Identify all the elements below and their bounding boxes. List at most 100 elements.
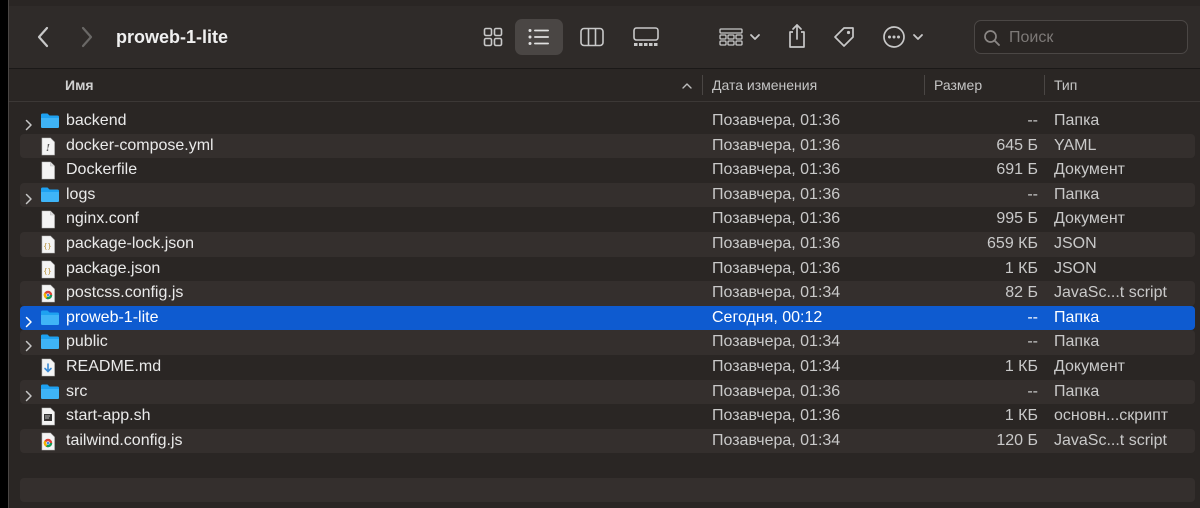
column-type-header[interactable]: Тип xyxy=(1054,69,1077,101)
folder-icon xyxy=(40,309,60,327)
back-button[interactable] xyxy=(31,22,55,52)
column-divider[interactable] xyxy=(702,75,703,95)
file-row[interactable]: start-app.sh Позавчера, 01:36 1 КБ основн..… xyxy=(20,404,1195,429)
column-header: Имя Дата изменения Размер Тип xyxy=(9,69,1200,102)
file-name: start-app.sh xyxy=(66,407,151,425)
icon-view-button[interactable] xyxy=(475,21,511,53)
file-type: Документ xyxy=(1054,161,1125,179)
file-row[interactable]: postcss.config.js Позавчера, 01:34 82 Б Jav… xyxy=(20,281,1195,306)
yaml-file-icon: ! xyxy=(40,137,60,155)
file-row[interactable]: Dockerfile Позавчера, 01:36 691 Б Документ xyxy=(20,158,1195,183)
file-name: backend xyxy=(66,112,127,129)
column-view-button[interactable] xyxy=(574,21,610,53)
file-size: -- xyxy=(1027,112,1038,129)
disclosure-chevron-icon[interactable] xyxy=(25,386,35,401)
list-view-button[interactable] xyxy=(515,19,563,55)
file-type: JSON xyxy=(1054,235,1097,252)
file-date: Позавчера, 01:36 xyxy=(712,185,841,203)
file-name: Dockerfile xyxy=(66,161,138,179)
document-icon xyxy=(40,161,60,180)
document-icon xyxy=(40,210,60,229)
file-date: Позавчера, 01:36 xyxy=(712,259,841,277)
js-file-icon xyxy=(40,284,60,303)
file-row[interactable]: logs Позавчера, 01:36 -- Папка xyxy=(20,182,1195,208)
more-actions-button[interactable] xyxy=(879,21,931,53)
file-date: Сегодня, 00:12 xyxy=(712,308,823,326)
file-name: public xyxy=(66,333,108,351)
window-title: proweb-1-lite xyxy=(116,27,229,47)
file-row[interactable]: ! docker-compose.yml Позавчера, 01:36 645 Б… xyxy=(20,133,1195,159)
file-size: -- xyxy=(1027,185,1038,203)
more-icon xyxy=(883,26,923,48)
group-icon xyxy=(719,28,760,46)
search-icon xyxy=(984,30,1000,46)
disclosure-chevron-icon[interactable] xyxy=(25,189,35,205)
folder-icon xyxy=(40,186,60,204)
js-file-icon xyxy=(40,432,60,451)
disclosure-chevron-icon[interactable] xyxy=(25,115,35,131)
file-row[interactable]: README.md Позавчера, 01:34 1 КБ Документ xyxy=(20,355,1195,380)
file-name: nginx.conf xyxy=(66,210,139,228)
file-date: Позавчера, 01:36 xyxy=(712,382,841,400)
file-row[interactable]: proweb-1-lite Сегодня, 00:12 -- Папка xyxy=(20,305,1195,331)
column-name-header[interactable]: Имя xyxy=(65,69,94,101)
gallery-view-icon xyxy=(633,27,659,46)
file-type: JavaSc...t script xyxy=(1054,431,1167,449)
gallery-view-button[interactable] xyxy=(624,21,668,53)
column-divider[interactable] xyxy=(924,75,925,95)
column-view-icon xyxy=(580,27,604,47)
tag-button[interactable] xyxy=(827,21,861,53)
file-size: 691 Б xyxy=(996,161,1038,179)
svg-text:!: ! xyxy=(46,144,50,154)
file-size: 659 КБ xyxy=(987,235,1038,252)
finder-window: proweb-1-lite Поиск Имя Дата изменения Р… xyxy=(8,0,1200,508)
file-type: Папка xyxy=(1054,308,1100,326)
json-file-icon: {} xyxy=(40,235,60,254)
file-type: Папка xyxy=(1054,112,1100,129)
share-icon xyxy=(789,24,805,48)
file-size: 995 Б xyxy=(996,210,1038,228)
grid-view-icon xyxy=(483,27,503,47)
file-type: Папка xyxy=(1054,185,1100,203)
file-type: Документ xyxy=(1054,358,1125,375)
file-row[interactable]: src Позавчера, 01:36 -- Папка xyxy=(20,379,1195,405)
file-size: -- xyxy=(1027,308,1038,326)
group-button[interactable] xyxy=(712,21,768,53)
json-file-icon: {} xyxy=(40,260,60,278)
sort-ascending-icon[interactable] xyxy=(681,69,693,101)
file-row[interactable]: {} package-lock.json Позавчера, 01:36 659 К… xyxy=(20,232,1195,257)
file-type: основн...скрипт xyxy=(1054,407,1169,425)
search-field[interactable] xyxy=(974,20,1188,54)
file-row[interactable]: nginx.conf Позавчера, 01:36 995 Б Документ xyxy=(20,207,1195,232)
shell-script-icon xyxy=(40,407,60,426)
file-size: 1 КБ xyxy=(1004,259,1038,277)
file-date: Позавчера, 01:36 xyxy=(712,161,841,179)
file-row[interactable]: {} package.json Позавчера, 01:36 1 КБ JSON xyxy=(20,257,1195,282)
file-date: Позавчера, 01:36 xyxy=(712,136,841,154)
file-name: package-lock.json xyxy=(66,235,195,252)
disclosure-chevron-icon[interactable] xyxy=(25,336,35,352)
file-size: 120 Б xyxy=(996,431,1038,449)
file-row[interactable]: public Позавчера, 01:34 -- Папка xyxy=(20,330,1195,355)
file-name: logs xyxy=(66,185,96,203)
folder-icon xyxy=(40,112,60,130)
svg-text:{}: {} xyxy=(43,267,51,275)
file-name: postcss.config.js xyxy=(66,284,184,302)
search-input[interactable] xyxy=(1007,26,1181,50)
file-type: YAML xyxy=(1054,136,1097,154)
tag-icon xyxy=(834,27,854,47)
file-date: Позавчера, 01:34 xyxy=(712,431,841,449)
file-row[interactable]: tailwind.config.js Позавчера, 01:34 120 Б J… xyxy=(20,428,1195,454)
forward-button[interactable] xyxy=(75,22,99,52)
disclosure-chevron-icon[interactable] xyxy=(25,312,35,328)
file-type: JSON xyxy=(1054,259,1097,277)
file-date: Позавчера, 01:36 xyxy=(712,235,841,252)
share-button[interactable] xyxy=(781,19,813,53)
folder-icon xyxy=(40,333,60,351)
column-divider[interactable] xyxy=(1044,75,1045,95)
column-size-header[interactable]: Размер xyxy=(934,69,982,101)
file-date: Позавчера, 01:34 xyxy=(712,333,841,351)
folder-icon xyxy=(40,383,60,401)
file-row[interactable]: backend Позавчера, 01:36 -- Папка xyxy=(20,109,1195,134)
column-date-header[interactable]: Дата изменения xyxy=(712,69,817,101)
